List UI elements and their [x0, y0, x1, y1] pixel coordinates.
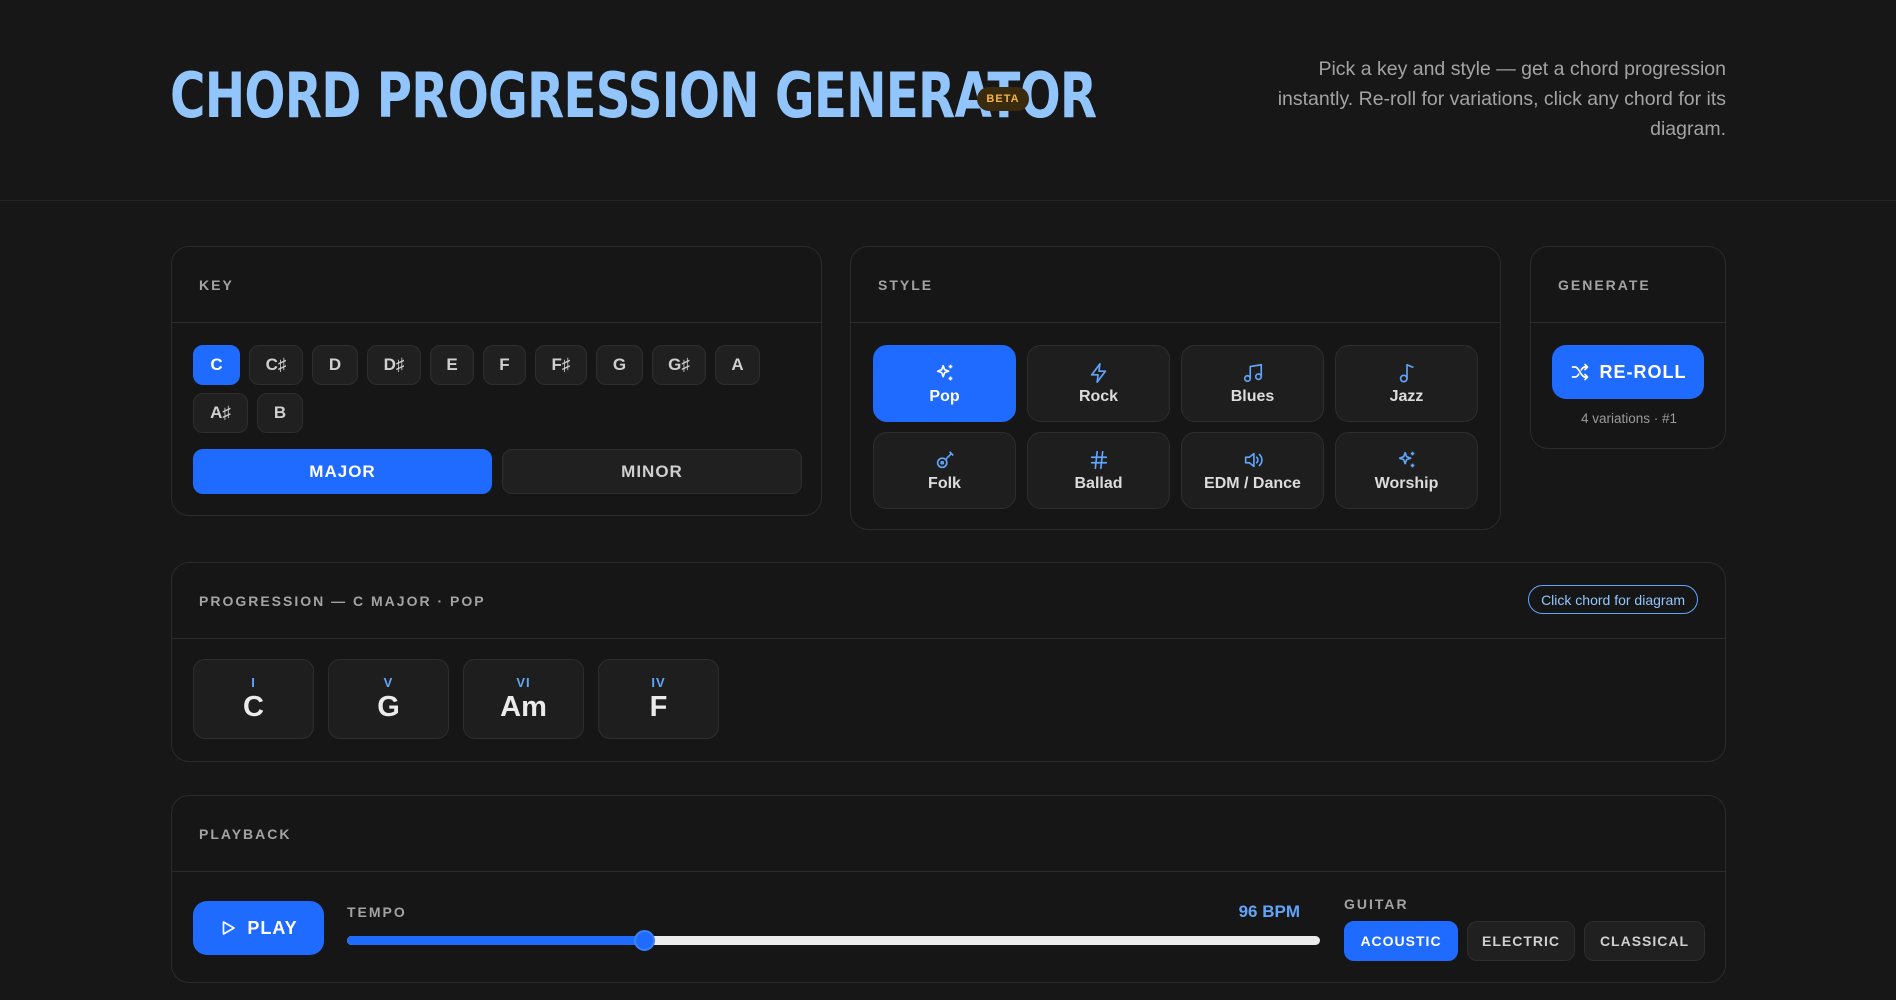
- style-pop-button[interactable]: Pop: [873, 345, 1016, 422]
- variations-text: 4 variations · #1: [1580, 411, 1678, 426]
- playback-heading: PLAYBACK: [172, 796, 1725, 872]
- tempo-slider[interactable]: [347, 930, 1320, 951]
- chord-name: C: [243, 690, 264, 723]
- style-label: Worship: [1374, 474, 1439, 492]
- style-folk-button[interactable]: Folk: [873, 432, 1016, 509]
- play-icon: [222, 921, 236, 935]
- beta-badge: BETA: [977, 87, 1029, 111]
- lightning-icon: [1090, 362, 1106, 383]
- chord-card-1[interactable]: I C: [193, 659, 314, 739]
- style-label: Jazz: [1389, 387, 1424, 405]
- chord-name: G: [377, 690, 400, 723]
- key-button-a[interactable]: A: [715, 345, 760, 385]
- play-button[interactable]: PLAY: [193, 901, 324, 955]
- chord-card-3[interactable]: VI Am: [463, 659, 584, 739]
- key-button-c-sharp[interactable]: C♯: [249, 345, 303, 385]
- key-button-g[interactable]: G: [596, 345, 643, 385]
- style-edm-button[interactable]: EDM / Dance: [1181, 432, 1324, 509]
- mode-major-button[interactable]: MAJOR: [193, 449, 492, 494]
- style-heading: STYLE: [851, 247, 1500, 323]
- play-label: PLAY: [247, 917, 298, 938]
- page-title: CHORD PROGRESSION GENERATOR: [170, 59, 1097, 132]
- style-card: STYLE Pop Rock Blues Jazz Folk Ballad ED…: [850, 246, 1501, 530]
- tempo-slider-thumb[interactable]: [633, 930, 655, 951]
- tempo-bpm-value: 96 BPM: [1238, 902, 1300, 921]
- style-rock-button[interactable]: Rock: [1027, 345, 1170, 422]
- guitar-label: GUITAR: [1344, 896, 1409, 912]
- shuffle-icon: [1571, 363, 1588, 381]
- chord-card-2[interactable]: V G: [328, 659, 449, 739]
- chord-numeral: IV: [651, 674, 666, 690]
- style-label: Folk: [928, 474, 961, 492]
- key-button-d-sharp[interactable]: D♯: [367, 345, 421, 385]
- style-worship-button[interactable]: Worship: [1335, 432, 1478, 509]
- chord-numeral: V: [383, 674, 394, 690]
- page-tagline: Pick a key and style — get a chord progr…: [1277, 58, 1726, 140]
- key-button-c[interactable]: C: [193, 345, 240, 385]
- sparkles-icon: [936, 364, 952, 380]
- reroll-button[interactable]: RE-ROLL: [1552, 345, 1704, 399]
- key-heading: KEY: [172, 247, 821, 323]
- style-ballad-button[interactable]: Ballad: [1027, 432, 1170, 509]
- generate-card: GENERATE RE-ROLL 4 variations · #1: [1530, 246, 1726, 449]
- key-card: KEY C C♯ D D♯ E F F♯ G G♯ A A♯ B MAJOR M…: [171, 246, 822, 516]
- playback-card: PLAYBACK PLAY TEMPO 96 BPM GUITAR ACOUST…: [171, 795, 1726, 983]
- chord-numeral: VI: [516, 674, 531, 690]
- key-button-a-sharp[interactable]: A♯: [193, 393, 248, 433]
- music-note-icon: [1399, 363, 1414, 383]
- progression-heading: PROGRESSION — C MAJOR · POP: [172, 563, 1725, 639]
- key-button-f-sharp[interactable]: F♯: [535, 345, 587, 385]
- music-notes-icon: [1243, 363, 1262, 382]
- tempo-slider-fill: [347, 936, 644, 945]
- style-jazz-button[interactable]: Jazz: [1335, 345, 1478, 422]
- chord-card-4[interactable]: IV F: [598, 659, 719, 739]
- chord-numeral: I: [251, 674, 256, 690]
- chord-diagram-hint: Click chord for diagram: [1528, 585, 1698, 614]
- key-button-f[interactable]: F: [483, 345, 526, 385]
- key-button-e[interactable]: E: [430, 345, 474, 385]
- hash-icon: [1090, 450, 1107, 469]
- key-button-d[interactable]: D: [312, 345, 358, 385]
- mode-minor-button[interactable]: MINOR: [502, 449, 802, 494]
- style-blues-button[interactable]: Blues: [1181, 345, 1324, 422]
- chord-name: F: [649, 690, 668, 723]
- page-header: CHORD PROGRESSION GENERATOR BETA Pick a …: [0, 0, 1896, 201]
- style-label: Pop: [929, 387, 960, 405]
- generate-heading: GENERATE: [1531, 247, 1725, 323]
- guitar-electric-button[interactable]: ELECTRIC: [1467, 921, 1575, 961]
- progression-card: PROGRESSION — C MAJOR · POP Click chord …: [171, 562, 1726, 762]
- guitar-acoustic-button[interactable]: ACOUSTIC: [1344, 921, 1458, 961]
- style-label: Blues: [1230, 387, 1275, 405]
- style-label: Rock: [1078, 387, 1119, 405]
- speaker-icon: [1244, 452, 1263, 467]
- tempo-label: TEMPO: [347, 904, 407, 920]
- guitar-classical-button[interactable]: CLASSICAL: [1584, 921, 1705, 961]
- chord-name: Am: [500, 690, 547, 723]
- key-button-b[interactable]: B: [257, 393, 303, 433]
- style-label: Ballad: [1074, 474, 1123, 492]
- sparkles-icon: [1398, 451, 1414, 467]
- guitar-icon: [936, 450, 954, 468]
- style-label: EDM / Dance: [1204, 474, 1301, 492]
- key-button-g-sharp[interactable]: G♯: [652, 345, 706, 385]
- reroll-label: RE-ROLL: [1599, 361, 1687, 382]
